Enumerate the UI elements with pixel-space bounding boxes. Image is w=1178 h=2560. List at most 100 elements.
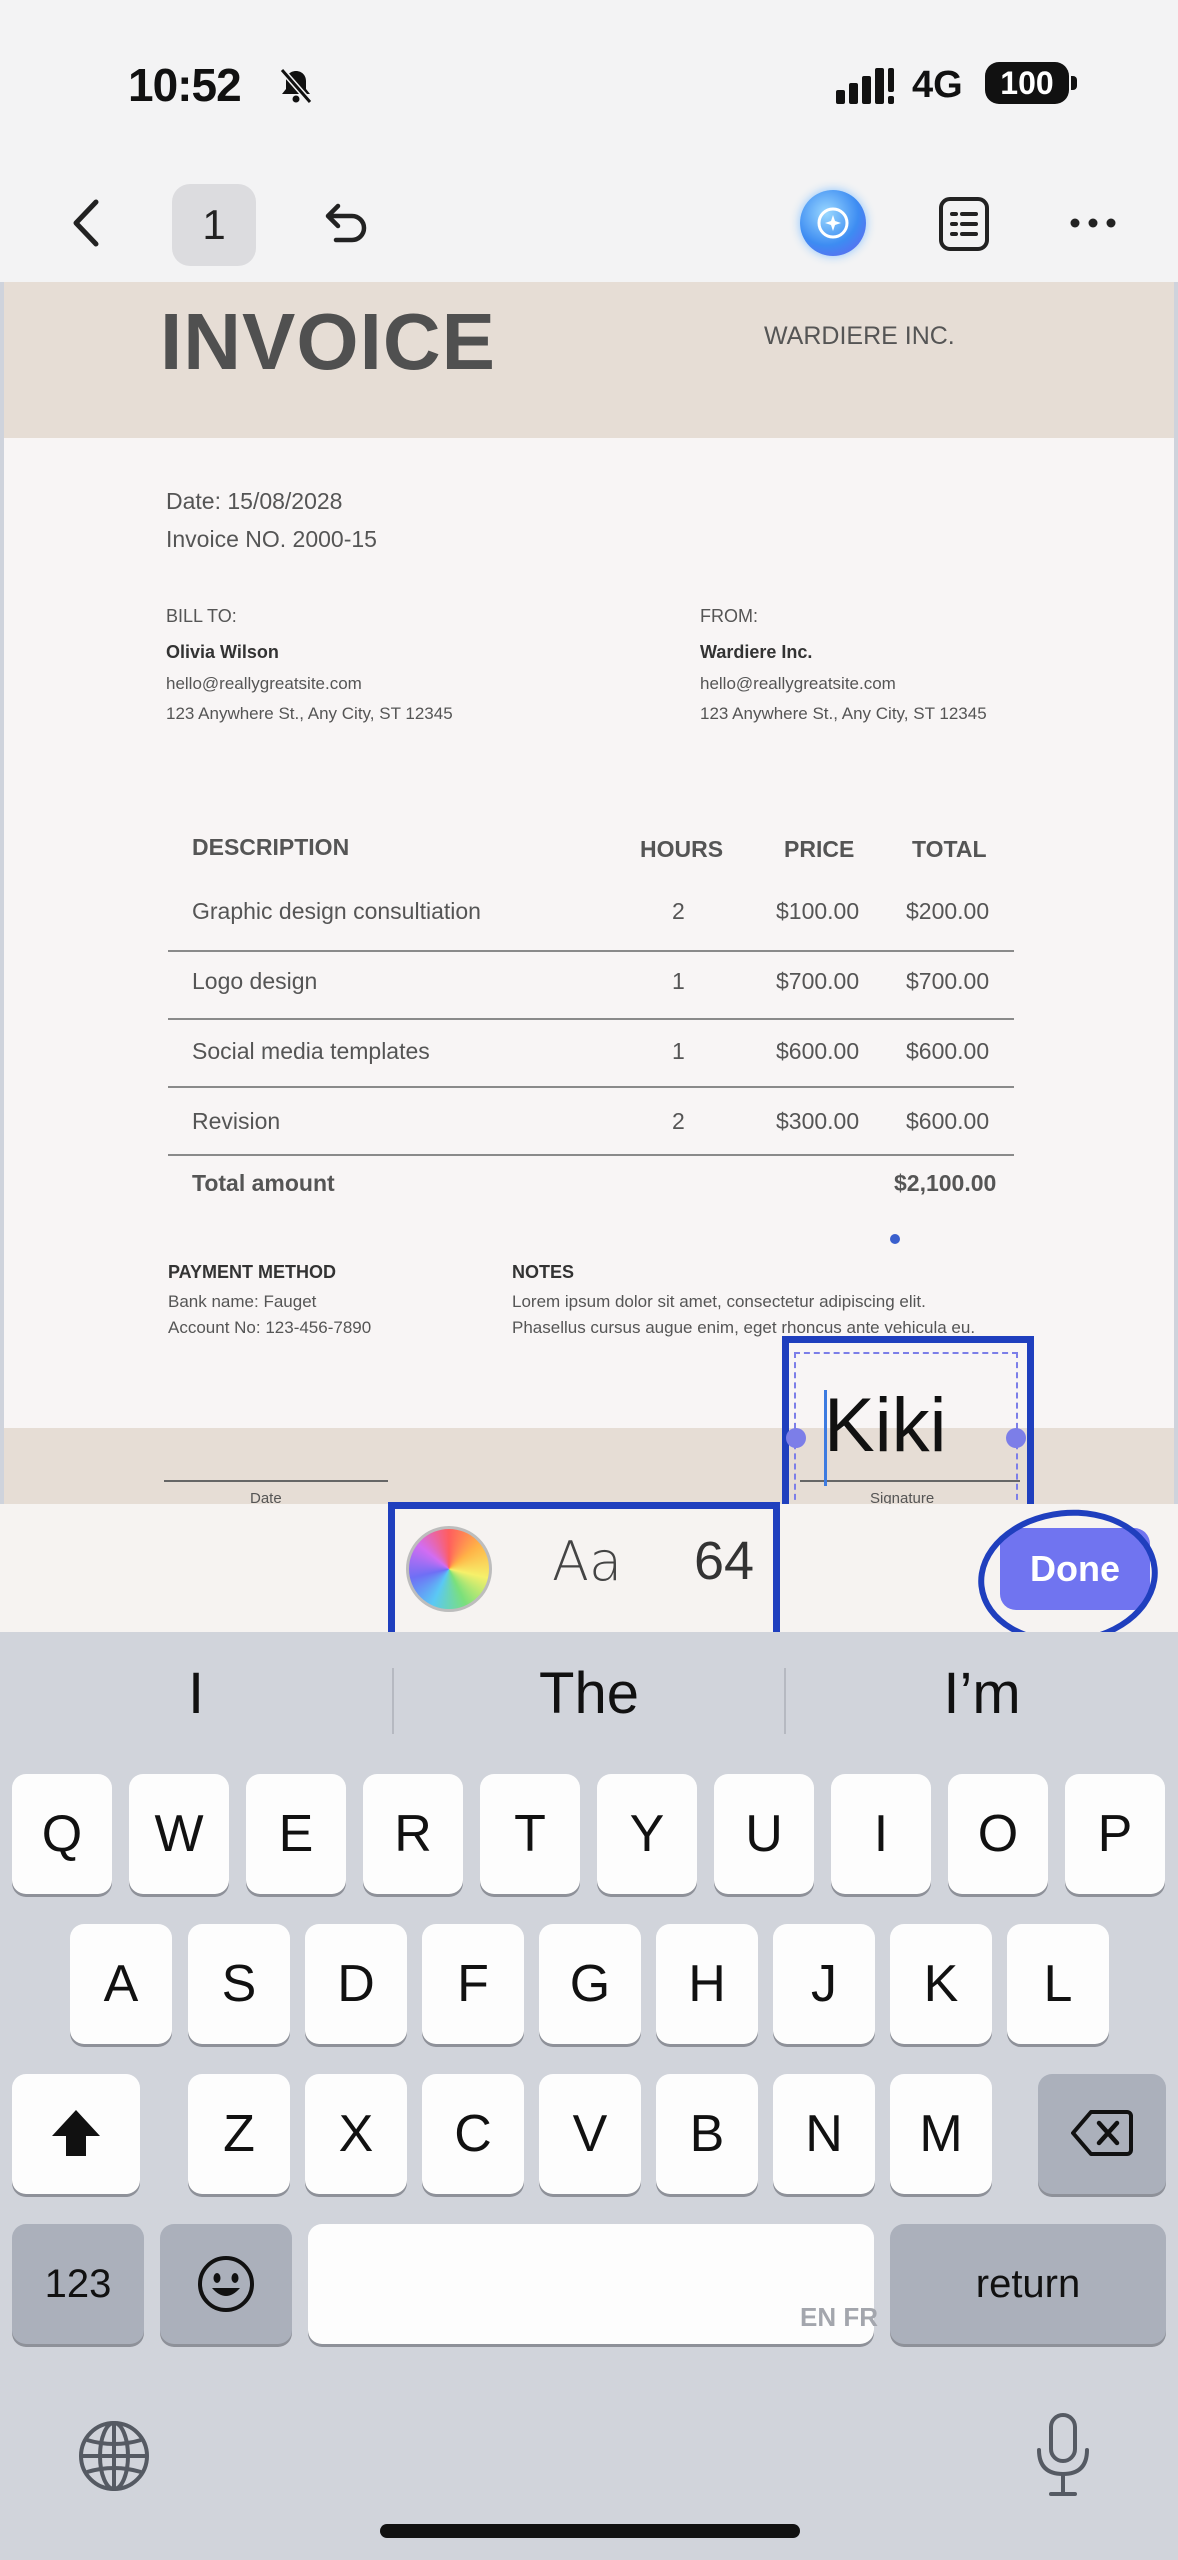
- row-total: $700.00: [906, 968, 990, 994]
- bill-to-email: hello@reallygreatsite.com: [166, 674, 362, 693]
- battery-cap: [1071, 76, 1077, 90]
- invoice-date: Date: 15/08/2028: [166, 488, 343, 514]
- return-key[interactable]: return: [890, 2224, 1166, 2344]
- key-x[interactable]: X: [305, 2074, 407, 2194]
- numbers-key[interactable]: 123: [12, 2224, 144, 2344]
- key-t[interactable]: T: [480, 1774, 580, 1894]
- notes-line-2: Phasellus cursus augue enim, eget rhoncu…: [512, 1318, 976, 1337]
- from-name: Wardiere Inc.: [700, 642, 813, 662]
- shift-key[interactable]: [12, 2074, 140, 2194]
- page-number-button[interactable]: 1: [172, 184, 256, 266]
- bill-to-address: 123 Anywhere St., Any City, ST 12345: [166, 704, 453, 723]
- key-s[interactable]: S: [188, 1924, 290, 2044]
- payment-label: PAYMENT METHOD: [168, 1262, 337, 1282]
- key-g[interactable]: G: [539, 1924, 641, 2044]
- key-l[interactable]: L: [1007, 1924, 1109, 2044]
- signature-text-input[interactable]: Kiki: [824, 1382, 946, 1469]
- row-hours: 2: [672, 898, 685, 924]
- key-d[interactable]: D: [305, 1924, 407, 2044]
- home-indicator[interactable]: [380, 2524, 800, 2538]
- suggestion-3[interactable]: I’m: [786, 1660, 1178, 1727]
- resize-handle-left[interactable]: [786, 1428, 806, 1448]
- row-hours: 1: [672, 968, 685, 994]
- backspace-key[interactable]: [1038, 2074, 1166, 2194]
- space-key[interactable]: [308, 2224, 874, 2344]
- row-total: $600.00: [906, 1108, 990, 1134]
- top-bar: 10:52 4G 100 1: [0, 0, 1178, 282]
- header-total: TOTAL: [912, 836, 987, 862]
- total-value: $2,100.00: [894, 1170, 997, 1196]
- key-v[interactable]: V: [539, 2074, 641, 2194]
- suggestion-2[interactable]: The: [393, 1660, 785, 1727]
- key-z[interactable]: Z: [188, 2074, 290, 2194]
- globe-icon[interactable]: [76, 2418, 152, 2494]
- cursor-dot: [890, 1234, 900, 1244]
- key-j[interactable]: J: [773, 1924, 875, 2044]
- from-label: FROM:: [700, 606, 758, 626]
- key-i[interactable]: I: [831, 1774, 931, 1894]
- key-e[interactable]: E: [246, 1774, 346, 1894]
- key-b[interactable]: B: [656, 2074, 758, 2194]
- key-m[interactable]: M: [890, 2074, 992, 2194]
- row-divider: [168, 1154, 1014, 1156]
- key-h[interactable]: H: [656, 1924, 758, 2044]
- outline-list-icon[interactable]: [938, 196, 990, 252]
- date-line: [164, 1480, 388, 1482]
- company-name: WARDIERE INC.: [764, 322, 955, 350]
- status-time: 10:52: [128, 59, 242, 111]
- format-controls-highlight: [388, 1502, 780, 1646]
- row-hours: 2: [672, 1108, 685, 1134]
- row-total: $600.00: [906, 1038, 990, 1064]
- header-hours: HOURS: [640, 836, 724, 862]
- header-price: PRICE: [784, 836, 855, 862]
- text-caret: [824, 1390, 827, 1486]
- bill-to-label: BILL TO:: [166, 606, 237, 626]
- signal-icon: [836, 68, 894, 104]
- invoice-document: INVOICE WARDIERE INC. Date: 15/08/2028 I…: [4, 282, 1174, 1504]
- from-email: hello@reallygreatsite.com: [700, 674, 896, 693]
- key-k[interactable]: K: [890, 1924, 992, 2044]
- notes-label: NOTES: [512, 1262, 575, 1282]
- key-a[interactable]: A: [70, 1924, 172, 2044]
- more-icon[interactable]: [1068, 210, 1118, 236]
- key-q[interactable]: Q: [12, 1774, 112, 1894]
- microphone-icon[interactable]: [1032, 2412, 1094, 2498]
- network-type: 4G: [912, 64, 963, 106]
- row-price: $700.00: [776, 968, 860, 994]
- resize-handle-right[interactable]: [1006, 1428, 1026, 1448]
- sparkle-icon: [817, 207, 849, 239]
- row-hours: 1: [672, 1038, 685, 1064]
- invoice-number: Invoice NO. 2000-15: [166, 526, 377, 552]
- key-y[interactable]: Y: [597, 1774, 697, 1894]
- row-description: Revision: [192, 1108, 281, 1134]
- row-price: $300.00: [776, 1108, 860, 1134]
- backspace-icon: [1071, 2110, 1133, 2156]
- row-price: $600.00: [776, 1038, 860, 1064]
- shift-arrow-icon: [52, 2110, 100, 2156]
- key-p[interactable]: P: [1065, 1774, 1165, 1894]
- total-label: Total amount: [192, 1170, 335, 1196]
- row-description: Logo design: [192, 968, 318, 994]
- header-description: DESCRIPTION: [192, 834, 350, 860]
- row-total: $200.00: [906, 898, 990, 924]
- row-divider: [168, 1086, 1014, 1088]
- key-u[interactable]: U: [714, 1774, 814, 1894]
- row-divider: [168, 1018, 1014, 1020]
- emoji-icon: [198, 2256, 254, 2312]
- suggestion-1[interactable]: I: [0, 1660, 392, 1727]
- key-n[interactable]: N: [773, 2074, 875, 2194]
- key-w[interactable]: W: [129, 1774, 229, 1894]
- battery-indicator: 100: [985, 62, 1069, 104]
- row-divider: [168, 950, 1014, 952]
- key-r[interactable]: R: [363, 1774, 463, 1894]
- payment-account: Account No: 123-456-7890: [168, 1318, 372, 1337]
- key-o[interactable]: O: [948, 1774, 1048, 1894]
- undo-icon[interactable]: [316, 196, 370, 250]
- row-price: $100.00: [776, 898, 860, 924]
- key-f[interactable]: F: [422, 1924, 524, 2044]
- ai-assistant-icon[interactable]: [800, 190, 866, 256]
- row-description: Social media templates: [192, 1038, 430, 1064]
- emoji-key[interactable]: [160, 2224, 292, 2344]
- back-chevron-icon[interactable]: [62, 196, 112, 250]
- key-c[interactable]: C: [422, 2074, 524, 2194]
